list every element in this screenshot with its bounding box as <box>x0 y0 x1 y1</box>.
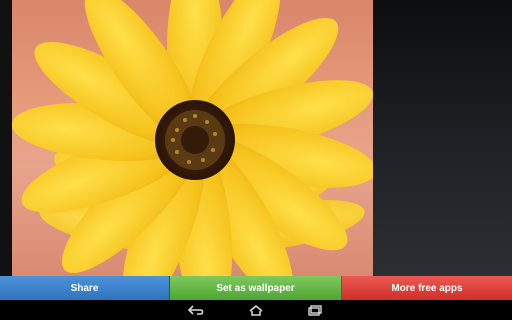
right-empty-panel <box>373 0 512 276</box>
wallpaper-preview <box>12 0 373 276</box>
back-icon[interactable] <box>184 302 208 318</box>
left-edge-strip <box>0 0 12 276</box>
share-button[interactable]: Share <box>0 276 170 300</box>
recent-apps-icon[interactable] <box>304 302 328 318</box>
share-button-label: Share <box>70 282 99 294</box>
more-free-apps-label: More free apps <box>391 282 463 294</box>
home-icon[interactable] <box>244 302 268 318</box>
set-as-wallpaper-label: Set as wallpaper <box>216 282 295 294</box>
more-free-apps-button[interactable]: More free apps <box>342 276 512 300</box>
sunflower-image <box>12 0 373 276</box>
set-as-wallpaper-button[interactable]: Set as wallpaper <box>170 276 342 300</box>
action-bar: Share Set as wallpaper More free apps <box>0 276 512 300</box>
system-navigation-bar <box>0 300 512 320</box>
